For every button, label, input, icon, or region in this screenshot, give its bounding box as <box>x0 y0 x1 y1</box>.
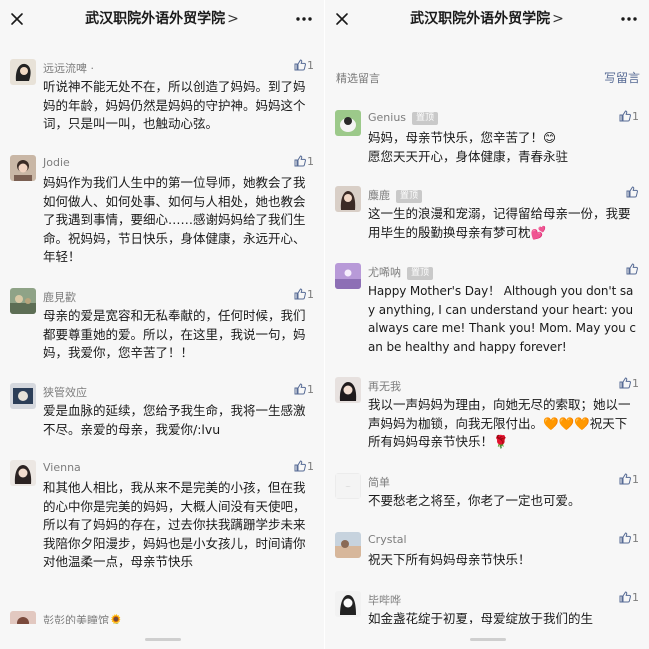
write-comment-link[interactable]: 写留言 <box>604 69 640 86</box>
comment-text: 这一生的浪漫和宠溺，记得留给母亲一份，我要用毕生的殷勤换母亲有梦可枕💕 <box>368 206 631 240</box>
thumbs-up-icon <box>626 263 638 275</box>
like-button[interactable]: 1 <box>294 460 314 473</box>
comment-text: 我以一声妈妈为理由，向她无尽的索取；她以一声妈妈为枷锁，向我无限付出。🧡🧡🧡祝天… <box>368 397 631 449</box>
avatar[interactable] <box>10 383 36 409</box>
like-count: 1 <box>307 460 314 473</box>
avatar[interactable] <box>335 110 361 136</box>
comment-text: 母亲的爱是宽容和无私奉献的，任何时候，我们都要尊重她的爱。所以，在这里，我说一句… <box>43 308 306 360</box>
comment-text: 妈妈，母亲节快乐，您辛苦了！😊 愿您天天开心，身体健康，青春永驻 <box>368 130 569 164</box>
avatar[interactable]: ···· <box>335 473 361 499</box>
comment-text: Happy Mother's Day！ Although you don't s… <box>368 284 636 354</box>
like-button[interactable]: 1 <box>294 383 314 396</box>
comment-nickname: 鹿見歡 <box>43 291 76 304</box>
comment-text: 爱是血脉的延续，您给予我生命，我将一生感激不尽。亲爱的母亲，我爱你/:lvu <box>43 403 306 437</box>
account-title[interactable]: 武汉职院外语外贸学院 > <box>36 8 288 28</box>
avatar[interactable] <box>10 155 36 181</box>
thumbs-up-icon <box>619 591 631 603</box>
like-button[interactable]: 1 <box>294 59 314 72</box>
avatar[interactable] <box>335 377 361 403</box>
like-button[interactable] <box>626 263 639 276</box>
pinned-badge: 置顶 <box>407 267 434 280</box>
thumbs-up-icon <box>626 186 638 198</box>
like-button[interactable]: 1 <box>619 377 639 390</box>
top-bar: 武汉职院外语外贸学院 > <box>0 0 324 38</box>
like-count: 1 <box>307 288 314 301</box>
pinned-badge: 置顶 <box>396 190 423 203</box>
thumbs-up-icon <box>294 460 306 472</box>
svg-text:····: ···· <box>345 484 350 489</box>
left-screen: 武汉职院外语外贸学院 > 远远流啤 · 1 听说神不能无处不在，所以创造了妈妈。到… <box>0 0 324 649</box>
comment-nickname: Crystal <box>368 533 407 546</box>
like-button[interactable]: 1 <box>294 155 314 168</box>
section-header: 精选留言 写留言 <box>325 38 649 92</box>
avatar[interactable] <box>10 460 36 486</box>
comment-nickname: Vienna <box>43 461 81 474</box>
comment-nickname: 狭管效应 <box>43 386 87 399</box>
avatar[interactable] <box>10 288 36 314</box>
like-button[interactable]: 1 <box>619 591 639 604</box>
thumbs-up-icon <box>294 59 306 71</box>
thumbs-up-icon <box>619 473 631 485</box>
pinned-badge: 置顶 <box>412 112 439 125</box>
avatar[interactable] <box>335 186 361 212</box>
close-icon[interactable] <box>8 10 26 28</box>
home-bar <box>325 624 649 649</box>
more-icon[interactable] <box>294 10 314 28</box>
like-count: 1 <box>307 59 314 72</box>
thumbs-up-icon <box>619 110 631 122</box>
close-icon[interactable] <box>333 10 351 28</box>
like-button[interactable] <box>626 186 639 199</box>
right-screen: 武汉职院外语外贸学院 > 精选留言 写留言 Genius 置顶 1 妈妈，母亲节快乐… <box>325 0 649 649</box>
chevron-right-icon: > <box>227 11 239 27</box>
comment-nickname: Jodie <box>43 156 70 169</box>
thumbs-up-icon <box>294 383 306 395</box>
comment-text: 祝天下所有妈妈母亲节快乐！ <box>368 552 531 567</box>
account-title[interactable]: 武汉职院外语外贸学院 > <box>361 8 613 28</box>
like-count: 1 <box>632 532 639 545</box>
like-count: 1 <box>307 155 314 168</box>
comment-nickname: Genius 置顶 <box>368 111 439 125</box>
thumbs-up-icon <box>294 155 306 167</box>
like-button[interactable]: 1 <box>619 110 639 123</box>
comment-text: 和其他人相比，我从来不是完美的小孩，但在我的心中你是完美的妈妈，大概人间没有天使… <box>43 480 306 569</box>
like-count: 1 <box>632 591 639 604</box>
comment-nickname: 麋鹿 置顶 <box>368 187 423 203</box>
home-bar <box>0 624 324 649</box>
comment-text: 不要愁老之将至，你老了一定也可爱。 <box>368 493 581 508</box>
like-count: 1 <box>632 473 639 486</box>
featured-comments-label: 精选留言 <box>336 72 380 85</box>
comment-nickname: 简单 <box>368 476 390 489</box>
more-icon[interactable] <box>619 10 639 28</box>
comment-text: 妈妈作为我们人生中的第一位导师，她教会了我如何做人、如何处事、如何与人相处，她也… <box>43 175 306 264</box>
like-button[interactable]: 1 <box>294 288 314 301</box>
like-count: 1 <box>632 377 639 390</box>
like-count: 1 <box>307 383 314 396</box>
chevron-right-icon: > <box>552 11 564 27</box>
avatar[interactable] <box>335 263 361 289</box>
avatar[interactable] <box>335 532 361 558</box>
thumbs-up-icon <box>619 532 631 544</box>
thumbs-up-icon <box>294 288 306 300</box>
avatar[interactable] <box>335 591 361 617</box>
comment-nickname: 尤唏呐 置顶 <box>368 264 434 280</box>
home-indicator[interactable] <box>470 638 506 641</box>
comment-nickname: 远远流啤 · <box>43 62 94 75</box>
like-button[interactable]: 1 <box>619 532 639 545</box>
comment-nickname: 再无我 <box>368 380 401 393</box>
home-indicator[interactable] <box>145 638 181 641</box>
thumbs-up-icon <box>619 377 631 389</box>
like-count: 1 <box>632 110 639 123</box>
comment-text: 听说神不能无处不在，所以创造了妈妈。到了妈妈的年龄，妈妈仍然是妈妈的守护神。妈妈… <box>43 79 306 131</box>
comment-nickname: 毕哔哗 <box>368 594 401 607</box>
top-bar: 武汉职院外语外贸学院 > <box>325 0 649 38</box>
avatar[interactable] <box>10 59 36 85</box>
like-button[interactable]: 1 <box>619 473 639 486</box>
